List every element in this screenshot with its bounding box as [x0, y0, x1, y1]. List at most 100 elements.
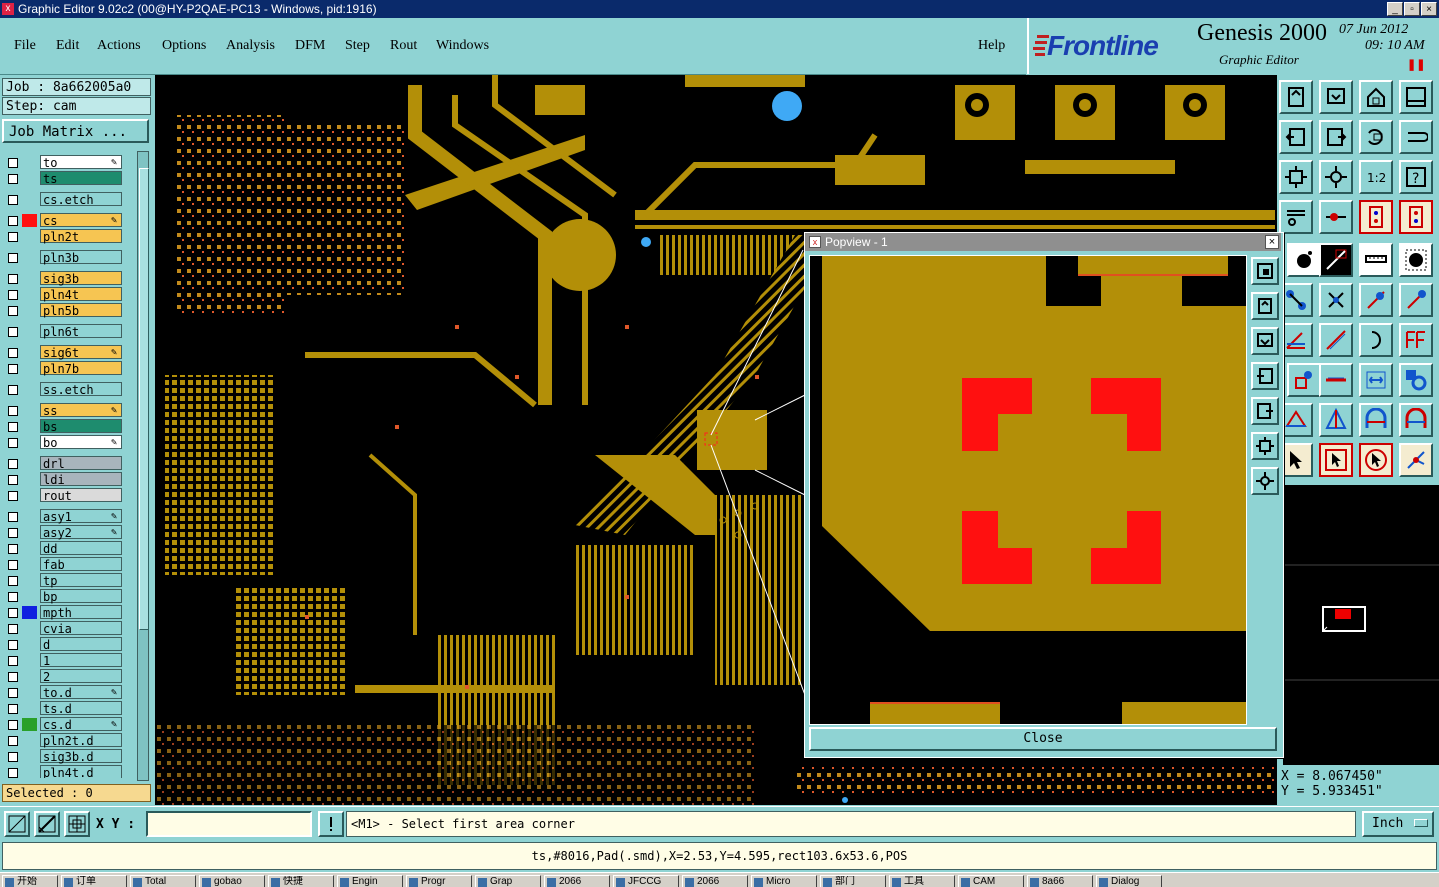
layer-name[interactable]: pln2t: [40, 229, 122, 244]
layer-name[interactable]: mpth: [40, 605, 122, 620]
layer-name[interactable]: asy2 ✎: [40, 525, 122, 540]
split-join-icon[interactable]: [1399, 323, 1433, 357]
layer-checkbox[interactable]: [8, 216, 18, 226]
layer-name[interactable]: ss ✎: [40, 403, 122, 418]
snap-icon[interactable]: [4, 811, 30, 837]
layer-checkbox[interactable]: [8, 491, 18, 501]
shapes-icon[interactable]: [1399, 363, 1433, 397]
move-features-icon[interactable]: [1279, 283, 1313, 317]
layer-name[interactable]: cvia: [40, 621, 122, 636]
layer-name[interactable]: drl: [40, 456, 122, 471]
taskbar-item[interactable]: Total: [130, 875, 196, 887]
layer-name[interactable]: pln3b: [40, 250, 122, 265]
layer-checkbox[interactable]: [8, 364, 18, 374]
layer-row-pln4t.d[interactable]: pln4t.d: [4, 765, 126, 778]
layer-row-ts.d[interactable]: ts.d: [4, 701, 126, 716]
help-query-icon[interactable]: ?: [1399, 160, 1433, 194]
layer-checkbox[interactable]: [8, 560, 18, 570]
layer-name[interactable]: to.d ✎: [40, 685, 122, 700]
layer-row-cs.etch[interactable]: cs.etch: [4, 192, 126, 207]
layer-row-bs[interactable]: bs: [4, 419, 126, 434]
draw-line-icon[interactable]: [1319, 323, 1353, 357]
layer-row-pln2t.d[interactable]: pln2t.d: [4, 733, 126, 748]
layer-checkbox[interactable]: [8, 512, 18, 522]
taskbar-item[interactable]: Engin: [337, 875, 403, 887]
layer-checkbox[interactable]: [8, 306, 18, 316]
layer-checkbox[interactable]: [8, 624, 18, 634]
info-icon[interactable]: [318, 811, 344, 837]
layer-row-sig3b.d[interactable]: sig3b.d: [4, 749, 126, 764]
popview-zoom-out-icon[interactable]: [1251, 327, 1279, 355]
navigation-minimap[interactable]: [1283, 485, 1439, 765]
layer-checkbox[interactable]: [8, 528, 18, 538]
fit-screen-icon[interactable]: [1279, 160, 1313, 194]
layer-row-asy1[interactable]: asy1 ✎: [4, 509, 126, 524]
angle-icon[interactable]: [1279, 323, 1313, 357]
layer-name[interactable]: asy1 ✎: [40, 509, 122, 524]
pan-right-icon[interactable]: [1319, 120, 1353, 154]
layer-checkbox[interactable]: [8, 544, 18, 554]
pad-to-line-icon[interactable]: [1287, 363, 1321, 397]
layer-row-mpth[interactable]: mpth: [4, 605, 126, 620]
layer-checkbox[interactable]: [8, 195, 18, 205]
popview-close-icon[interactable]: ×: [1265, 235, 1279, 249]
layer-row-cvia[interactable]: cvia: [4, 621, 126, 636]
pointer-icon[interactable]: [1279, 443, 1313, 477]
layer-color-swatch[interactable]: [22, 718, 37, 731]
arch-icon[interactable]: [1359, 403, 1393, 437]
layer-checkbox[interactable]: [8, 720, 18, 730]
menu-edit[interactable]: Edit: [56, 38, 79, 54]
zoom-down-icon[interactable]: [1319, 80, 1353, 114]
layer-checkbox[interactable]: [8, 274, 18, 284]
layer-row-pln4t[interactable]: pln4t: [4, 287, 126, 302]
layer-name[interactable]: ts: [40, 171, 122, 186]
layer-row-to.d[interactable]: to.d ✎: [4, 685, 126, 700]
add-pad-icon[interactable]: [1287, 243, 1321, 277]
taskbar-item[interactable]: Progr: [406, 875, 472, 887]
taskbar-item[interactable]: JFCCG: [613, 875, 679, 887]
layer-name[interactable]: 2: [40, 669, 122, 684]
layer-name[interactable]: rout: [40, 488, 122, 503]
pan-left-icon[interactable]: [1279, 120, 1313, 154]
units-select[interactable]: Inch: [1362, 811, 1434, 837]
horizontal-line-icon[interactable]: [1319, 363, 1353, 397]
layer-name[interactable]: pln7b: [40, 361, 122, 376]
layer-name[interactable]: sig3b: [40, 271, 122, 286]
layer-checkbox[interactable]: [8, 640, 18, 650]
scrollbar-thumb[interactable]: [139, 168, 149, 630]
taskbar-item[interactable]: gobao: [199, 875, 265, 887]
add-surface-icon[interactable]: [1399, 243, 1433, 277]
layer-checkbox[interactable]: [8, 438, 18, 448]
layer-row-tp[interactable]: tp: [4, 573, 126, 588]
popview-pan-left-icon[interactable]: [1251, 362, 1279, 390]
taskbar-item[interactable]: Dialog: [1096, 875, 1162, 887]
layer-row-asy2[interactable]: asy2 ✎: [4, 525, 126, 540]
layer-row-pln7b[interactable]: pln7b: [4, 361, 126, 376]
grid-icon[interactable]: [64, 811, 90, 837]
popview-zoom-icon[interactable]: [1251, 257, 1279, 285]
layer-name[interactable]: pln4t.d: [40, 765, 122, 778]
xy-input[interactable]: [146, 811, 312, 837]
layer-checkbox[interactable]: [8, 704, 18, 714]
taskbar-item[interactable]: 2066: [682, 875, 748, 887]
maximize-button[interactable]: ▫: [1404, 2, 1420, 16]
layer-checkbox[interactable]: [8, 174, 18, 184]
menu-actions[interactable]: Actions: [97, 38, 141, 54]
taskbar-item[interactable]: 2066: [544, 875, 610, 887]
taskbar-item[interactable]: Micro: [751, 875, 817, 887]
mirror-view-icon[interactable]: [1399, 120, 1433, 154]
layer-color-swatch[interactable]: [22, 214, 37, 227]
layer-name[interactable]: sig6t ✎: [40, 345, 122, 360]
layer-row-pln3b[interactable]: pln3b: [4, 250, 126, 265]
menu-dfm[interactable]: DFM: [295, 38, 325, 54]
menu-step[interactable]: Step: [345, 38, 370, 54]
layer-checkbox[interactable]: [8, 459, 18, 469]
home-view-icon[interactable]: [1279, 80, 1313, 114]
layer-name[interactable]: 1: [40, 653, 122, 668]
layer-checkbox[interactable]: [8, 768, 18, 778]
popview-pan-right-icon[interactable]: [1251, 397, 1279, 425]
layer-name[interactable]: ts.d: [40, 701, 122, 716]
layer-name[interactable]: sig3b.d: [40, 749, 122, 764]
taskbar-item[interactable]: 8a66: [1027, 875, 1093, 887]
layer-checkbox[interactable]: [8, 348, 18, 358]
